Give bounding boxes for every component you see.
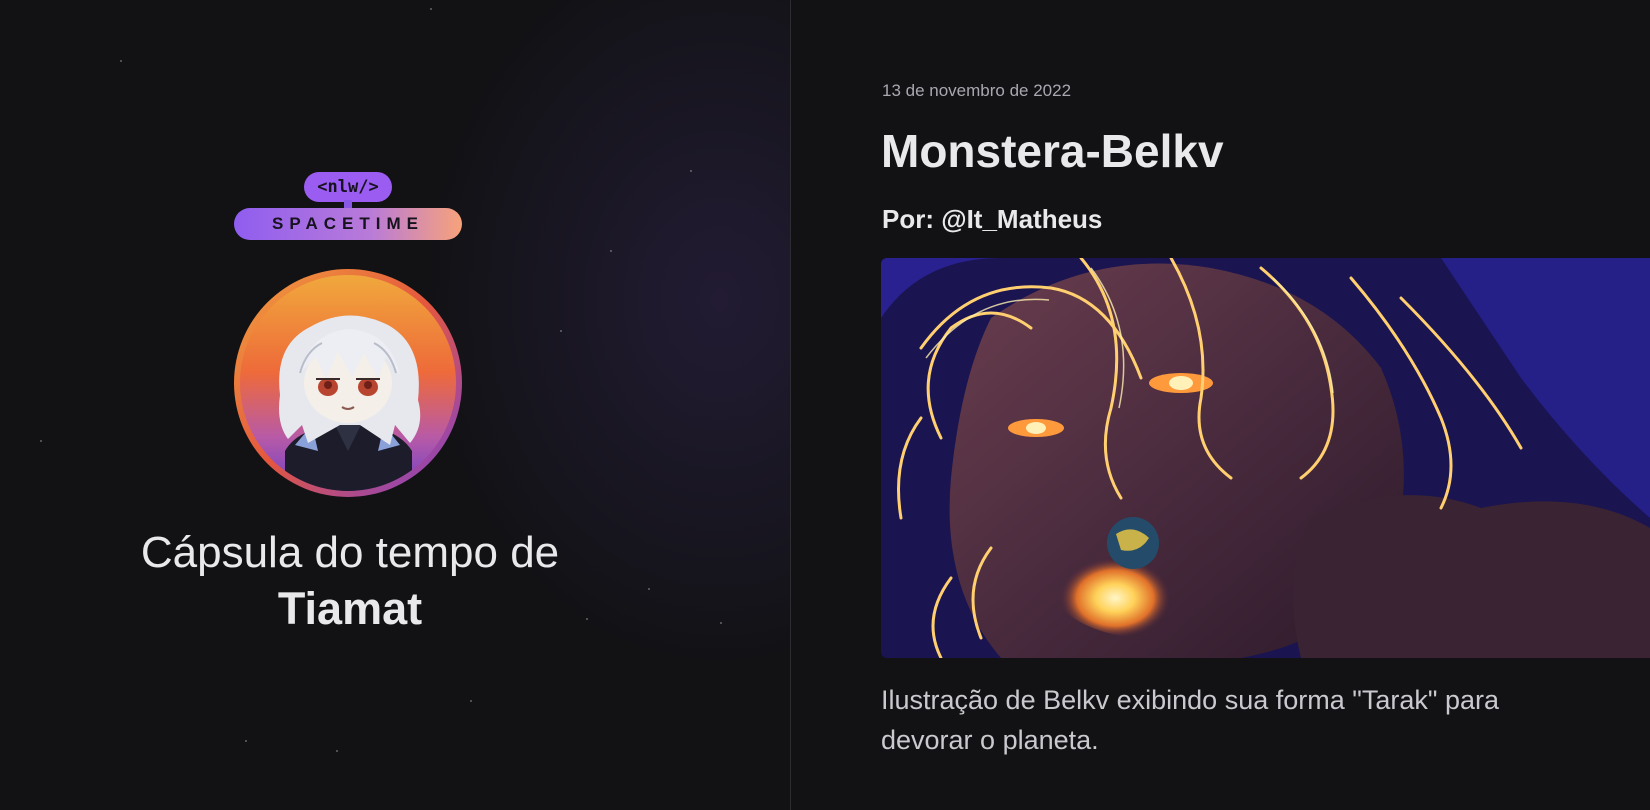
panel-divider xyxy=(790,0,791,810)
memory-description: Ilustração de Belkv exibindo sua forma "… xyxy=(881,685,1499,755)
logo-nlw-tag: <nlw/> xyxy=(304,172,392,202)
star xyxy=(690,170,692,172)
left-panel: <nlw/> SPACETIME Cápsula do tempo de Tia… xyxy=(0,0,790,810)
star xyxy=(610,250,612,252)
memory-author: Por: @It_Matheus xyxy=(882,204,1103,234)
star xyxy=(40,440,42,442)
illustration-image-icon xyxy=(881,258,1650,658)
memory-date: 13 de novembro de 2022 xyxy=(882,81,1072,100)
star xyxy=(430,8,432,10)
memory-title: Monstera-Belkv xyxy=(881,125,1224,177)
spacetime-logo: <nlw/> SPACETIME xyxy=(232,170,464,242)
star xyxy=(336,750,338,752)
avatar[interactable] xyxy=(234,269,462,497)
capsule-owner-name: Tiamat xyxy=(277,583,423,634)
star xyxy=(560,330,562,332)
star xyxy=(720,622,722,624)
star xyxy=(470,700,472,702)
anime-character-avatar-icon xyxy=(240,275,456,491)
capsule-heading: Cápsula do tempo de xyxy=(140,528,560,577)
star xyxy=(120,60,122,62)
logo-spacetime-text: SPACETIME xyxy=(234,208,462,240)
star xyxy=(245,740,247,742)
